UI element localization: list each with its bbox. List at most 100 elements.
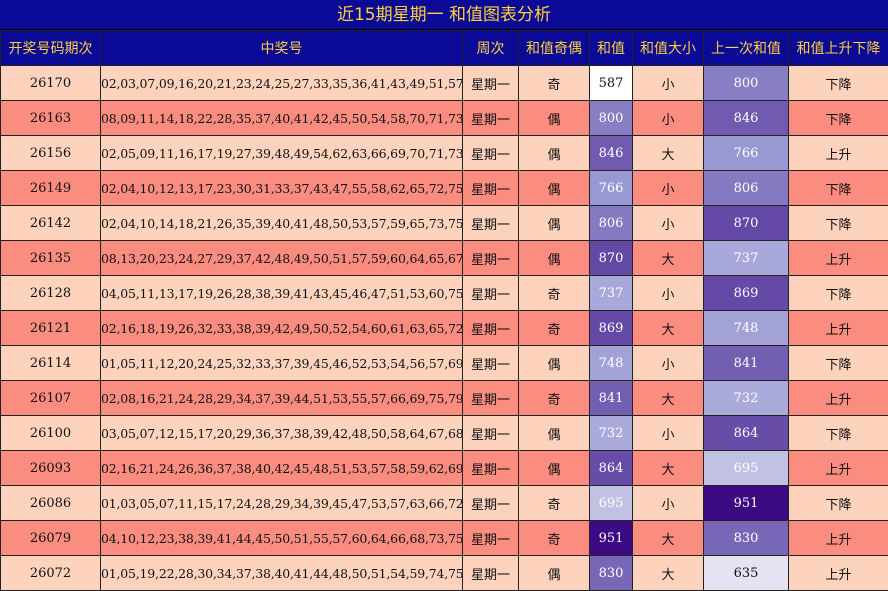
cell-trend: 上升 (789, 311, 888, 346)
cell-trend: 下降 (789, 486, 888, 521)
cell-numbers: 01,03,05,07,11,15,17,24,28,29,34,39,45,4… (101, 486, 463, 521)
table-row: 2612102,16,18,19,26,32,33,38,39,42,49,50… (1, 311, 888, 346)
cell-period: 26100 (1, 416, 101, 451)
cell-sum: 695 (590, 486, 633, 521)
table-row: 2607201,05,19,22,28,30,34,37,38,40,41,44… (1, 556, 888, 591)
cell-sum: 864 (590, 451, 633, 486)
cell-sum: 841 (590, 381, 633, 416)
cell-parity: 偶 (519, 416, 590, 451)
cell-prev-sum: 737 (704, 241, 789, 276)
cell-period: 26086 (1, 486, 101, 521)
header-sum: 和值 (590, 31, 633, 66)
cell-size: 大 (633, 451, 704, 486)
table-row: 2613508,13,20,23,24,27,29,37,42,48,49,50… (1, 241, 888, 276)
cell-numbers: 02,04,10,14,18,21,26,35,39,40,41,48,50,5… (101, 206, 463, 241)
cell-sum: 748 (590, 346, 633, 381)
sum-analysis-panel: 近15期星期一 和值图表分析 开奖号码期次 中奖号 周次 和值奇偶 和值 和值大… (0, 0, 888, 589)
cell-trend: 上升 (789, 556, 888, 591)
cell-trend: 上升 (789, 136, 888, 171)
cell-parity: 偶 (519, 206, 590, 241)
cell-sum: 830 (590, 556, 633, 591)
cell-prev-sum: 635 (704, 556, 789, 591)
cell-size: 大 (633, 241, 704, 276)
cell-period: 26156 (1, 136, 101, 171)
cell-numbers: 04,10,12,23,38,39,41,44,45,50,51,55,57,6… (101, 521, 463, 556)
cell-period: 26107 (1, 381, 101, 416)
cell-weekday: 星期一 (463, 206, 519, 241)
cell-size: 小 (633, 346, 704, 381)
cell-size: 小 (633, 486, 704, 521)
cell-period: 26163 (1, 101, 101, 136)
table-row: 2616308,09,11,14,18,22,28,35,37,40,41,42… (1, 101, 888, 136)
cell-weekday: 星期一 (463, 451, 519, 486)
cell-numbers: 03,05,07,12,15,17,20,29,36,37,38,39,42,4… (101, 416, 463, 451)
cell-weekday: 星期一 (463, 521, 519, 556)
cell-parity: 偶 (519, 101, 590, 136)
cell-size: 大 (633, 136, 704, 171)
table-row: 2614902,04,10,12,13,17,23,30,31,33,37,43… (1, 171, 888, 206)
cell-numbers: 02,16,18,19,26,32,33,38,39,42,49,50,52,5… (101, 311, 463, 346)
table-row: 2614202,04,10,14,18,21,26,35,39,40,41,48… (1, 206, 888, 241)
cell-prev-sum: 748 (704, 311, 789, 346)
cell-trend: 下降 (789, 416, 888, 451)
cell-period: 26135 (1, 241, 101, 276)
cell-sum: 846 (590, 136, 633, 171)
table-row: 2612804,05,11,13,17,19,26,28,38,39,41,43… (1, 276, 888, 311)
cell-numbers: 08,13,20,23,24,27,29,37,42,48,49,50,51,5… (101, 241, 463, 276)
table-row: 2609302,16,21,24,26,36,37,38,40,42,45,48… (1, 451, 888, 486)
cell-prev-sum: 806 (704, 171, 789, 206)
cell-parity: 奇 (519, 486, 590, 521)
header-size: 和值大小 (633, 31, 704, 66)
header-numbers: 中奖号 (101, 31, 463, 66)
cell-sum: 869 (590, 311, 633, 346)
cell-weekday: 星期一 (463, 381, 519, 416)
cell-trend: 下降 (789, 346, 888, 381)
cell-sum: 587 (590, 66, 633, 101)
cell-sum: 732 (590, 416, 633, 451)
table-row: 2610003,05,07,12,15,17,20,29,36,37,38,39… (1, 416, 888, 451)
cell-size: 小 (633, 276, 704, 311)
cell-prev-sum: 830 (704, 521, 789, 556)
cell-period: 26079 (1, 521, 101, 556)
cell-prev-sum: 766 (704, 136, 789, 171)
cell-sum: 766 (590, 171, 633, 206)
header-parity: 和值奇偶 (519, 31, 590, 66)
cell-sum: 870 (590, 241, 633, 276)
cell-size: 小 (633, 101, 704, 136)
cell-trend: 上升 (789, 241, 888, 276)
cell-numbers: 02,08,16,21,24,28,29,34,37,39,44,51,53,5… (101, 381, 463, 416)
header-prev-sum: 上一次和值 (704, 31, 789, 66)
cell-period: 26121 (1, 311, 101, 346)
cell-parity: 偶 (519, 241, 590, 276)
cell-sum: 806 (590, 206, 633, 241)
cell-weekday: 星期一 (463, 241, 519, 276)
cell-trend: 上升 (789, 521, 888, 556)
cell-parity: 奇 (519, 276, 590, 311)
cell-parity: 偶 (519, 171, 590, 206)
cell-period: 26142 (1, 206, 101, 241)
cell-parity: 奇 (519, 311, 590, 346)
cell-prev-sum: 951 (704, 486, 789, 521)
cell-parity: 奇 (519, 66, 590, 101)
cell-numbers: 08,09,11,14,18,22,28,35,37,40,41,42,45,5… (101, 101, 463, 136)
cell-prev-sum: 695 (704, 451, 789, 486)
cell-size: 大 (633, 556, 704, 591)
cell-sum: 800 (590, 101, 633, 136)
cell-weekday: 星期一 (463, 311, 519, 346)
cell-prev-sum: 870 (704, 206, 789, 241)
cell-period: 26128 (1, 276, 101, 311)
cell-trend: 下降 (789, 276, 888, 311)
cell-numbers: 02,03,07,09,16,20,21,23,24,25,27,33,35,3… (101, 66, 463, 101)
cell-size: 大 (633, 311, 704, 346)
cell-numbers: 04,05,11,13,17,19,26,28,38,39,41,43,45,4… (101, 276, 463, 311)
table-header-row: 开奖号码期次 中奖号 周次 和值奇偶 和值 和值大小 上一次和值 和值上升下降 (1, 31, 888, 66)
cell-parity: 偶 (519, 451, 590, 486)
cell-weekday: 星期一 (463, 66, 519, 101)
cell-weekday: 星期一 (463, 416, 519, 451)
cell-numbers: 02,05,09,11,16,17,19,27,39,48,49,54,62,6… (101, 136, 463, 171)
cell-parity: 奇 (519, 381, 590, 416)
cell-numbers: 01,05,11,12,20,24,25,32,33,37,39,45,46,5… (101, 346, 463, 381)
cell-parity: 偶 (519, 136, 590, 171)
cell-size: 小 (633, 206, 704, 241)
table-row: 2610702,08,16,21,24,28,29,34,37,39,44,51… (1, 381, 888, 416)
